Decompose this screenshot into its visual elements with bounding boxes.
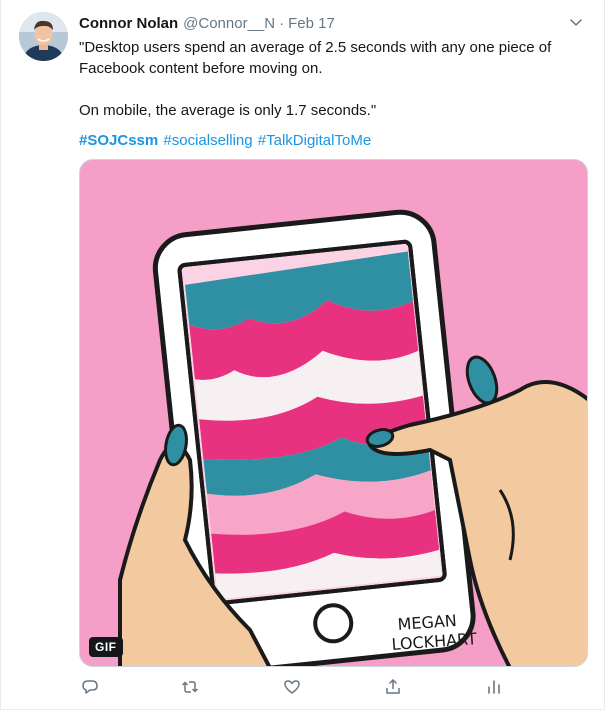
reply-icon[interactable] [79,676,101,698]
avatar[interactable] [19,12,68,61]
chevron-down-icon[interactable] [568,14,584,30]
author-handle[interactable]: @Connor__N [183,15,275,32]
tweet-date[interactable]: Feb 17 [288,15,335,32]
separator-dot: · [279,14,285,32]
gif-badge: GIF [89,637,123,657]
gif-media[interactable]: MEGAN LOCKHART GIF [79,159,588,667]
tweet-header: Connor Nolan @Connor__N · Feb 17 [79,12,335,34]
tweet-text: "Desktop users spend an average of 2.5 s… [79,37,589,121]
tweet-text-paragraph-2: On mobile, the average is only 1.7 secon… [79,102,377,119]
retweet-icon[interactable] [179,676,201,698]
hashtag-link[interactable]: #socialselling [163,132,252,149]
hashtag-link[interactable]: #TalkDigitalToMe [258,132,371,149]
author-name[interactable]: Connor Nolan [79,15,178,32]
gif-illustration: MEGAN LOCKHART [80,160,587,666]
tweet-card[interactable]: Connor Nolan @Connor__N · Feb 17 "Deskto… [0,0,605,710]
analytics-icon[interactable] [483,676,505,698]
tweet-actions [79,676,500,700]
heart-icon[interactable] [281,676,303,698]
share-icon[interactable] [382,676,404,698]
hashtag-list: #SOJCssm #socialselling #TalkDigitalToMe [79,131,372,151]
tweet-text-paragraph-1: "Desktop users spend an average of 2.5 s… [79,39,552,77]
hashtag-link[interactable]: #SOJCssm [79,132,158,149]
